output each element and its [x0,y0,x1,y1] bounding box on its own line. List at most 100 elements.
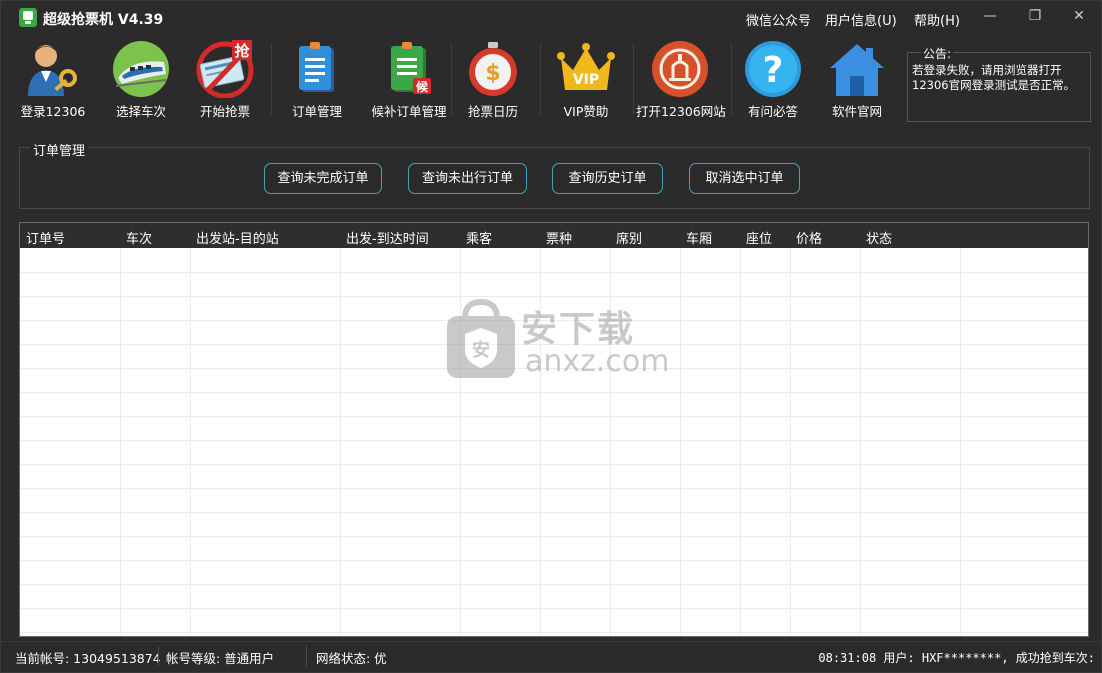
query-untraveled-orders-button[interactable]: 查询未出行订单 [408,163,527,194]
watermark-shield-text: 安 [472,339,490,361]
notice-text: 若登录失败，请用浏览器打开12306官网登录测试是否正常。 [912,63,1076,92]
toolbar-label: 打开12306网站 [636,104,726,119]
watermark-bag-icon: 安 [447,298,515,378]
column-header[interactable]: 票种 [546,228,572,247]
query-history-orders-button[interactable]: 查询历史订单 [552,163,663,194]
grid-line [340,248,341,636]
status-network: 网络状态: 优 [316,651,387,666]
toolbar-label: 有问必答 [747,104,798,119]
column-header[interactable]: 车次 [126,228,152,247]
svg-text:$: $ [485,61,500,86]
column-header[interactable]: 订单号 [26,228,65,247]
toolbar-faq-button[interactable]: ? 有问必答 [733,37,813,121]
railway-logo-icon [652,41,708,97]
minimize-button[interactable]: — [976,5,1004,27]
grid-line [20,392,1088,393]
login-user-key-icon [28,45,77,96]
column-header[interactable]: 乘客 [466,228,492,247]
toolbar-label: 候补订单管理 [371,104,447,119]
waitlist-badge: 候 [416,79,429,94]
grid-line [20,536,1088,537]
train-icon [113,41,169,97]
notice-title: 公告: [921,45,954,62]
close-button[interactable]: ✕ [1065,5,1093,27]
column-header[interactable]: 席别 [616,228,642,247]
ticket-grab-icon: 抢 [196,40,254,98]
toolbar-label: 软件官网 [831,104,882,119]
column-header[interactable]: 座位 [746,228,772,247]
grid-line [20,632,1088,633]
toolbar-select-train-button[interactable]: 选择车次 [99,37,183,121]
menu-user-info[interactable]: 用户信息(U) [825,10,897,29]
column-header[interactable]: 价格 [796,228,822,247]
grid-line [20,464,1088,465]
toolbar-login-button[interactable]: 登录12306 [11,37,95,121]
status-separator [158,646,159,666]
vip-crown-icon: VIP [557,43,615,90]
grid-line [20,488,1088,489]
status-account: 当前帐号: 13049513874 [15,651,161,666]
grid-line [740,248,741,636]
column-header[interactable]: 出发站-目的站 [196,228,279,247]
toolbar-separator [633,43,634,115]
status-bar: 当前帐号: 13049513874 帐号等级: 普通用户 网络状态: 优 08:… [1,641,1101,672]
toolbar-waitlist-button[interactable]: 候 候补订单管理 [359,37,459,121]
vip-badge: VIP [573,72,599,88]
toolbar-website-button[interactable]: 软件官网 [817,37,897,121]
orders-table[interactable]: 订单号 车次 出发站-目的站 出发-到达时间 乘客 票种 席别 车厢 座位 价格… [19,222,1089,637]
order-document-icon [299,42,334,92]
grid-line [20,440,1088,441]
query-unfinished-orders-button[interactable]: 查询未完成订单 [264,163,382,194]
menu-wechat[interactable]: 微信公众号 [746,10,811,29]
watermark-subtext: anxz.com [525,344,670,379]
toolbar-label: 抢票日历 [467,104,518,119]
toolbar-separator [271,43,272,115]
stopwatch-dollar-icon: $ [469,42,517,96]
toolbar-separator [451,43,452,115]
home-icon [830,44,884,96]
column-header[interactable]: 车厢 [686,228,712,247]
column-header[interactable]: 出发-到达时间 [346,228,429,247]
status-separator [306,646,307,666]
cancel-selected-order-button[interactable]: 取消选中订单 [689,163,800,194]
svg-text:?: ? [763,50,784,91]
status-log: 08:31:08 用户: HXF********, 成功抢到车次: [818,651,1095,665]
help-question-icon: ? [745,41,801,97]
grid-line [960,248,961,636]
toolbar-label: 订单管理 [291,104,342,119]
grid-line [120,248,121,636]
toolbar-label: 开始抢票 [199,104,250,119]
group-title: 订单管理 [30,140,89,159]
grab-badge: 抢 [234,42,250,60]
toolbar-label: 选择车次 [115,104,166,119]
order-management-group: 订单管理 查询未完成订单 查询未出行订单 查询历史订单 取消选中订单 [19,140,1090,209]
grid-line [790,248,791,636]
grid-line [20,584,1088,585]
app-window: 超级抢票机 V4.39 微信公众号 用户信息(U) 帮助(H) — ❐ ✕ 登录… [0,0,1102,673]
status-account-level: 帐号等级: 普通用户 [166,651,275,666]
restore-button[interactable]: ❐ [1021,5,1049,27]
toolbar-separator [540,43,541,115]
toolbar-vip-button[interactable]: VIP VIP赞助 [546,37,626,121]
grid-line [20,272,1088,273]
grid-line [20,416,1088,417]
grid-line [20,512,1088,513]
toolbar-calendar-button[interactable]: $ 抢票日历 [453,37,533,121]
toolbar-label: 登录12306 [20,104,86,119]
grid-line [860,248,861,636]
title-bar: 超级抢票机 V4.39 微信公众号 用户信息(U) 帮助(H) — ❐ ✕ [1,1,1101,34]
toolbar-order-management-button[interactable]: 订单管理 [275,37,359,121]
toolbar-start-grab-button[interactable]: 抢 开始抢票 [183,37,267,121]
table-header: 订单号 车次 出发站-目的站 出发-到达时间 乘客 票种 席别 车厢 座位 价格… [20,223,1088,248]
watermark: 安 安下载 anxz.com [445,298,685,382]
app-title: 超级抢票机 V4.39 [43,12,164,28]
toolbar-open-12306-button[interactable]: 打开12306网站 [636,37,726,121]
grid-line [20,296,1088,297]
toolbar-label: VIP赞助 [563,104,609,119]
column-header[interactable]: 状态 [866,228,892,247]
grid-line [20,560,1088,561]
grid-line [20,608,1088,609]
menu-help[interactable]: 帮助(H) [914,10,960,29]
app-logo-icon [19,8,37,27]
toolbar-separator [731,43,732,115]
